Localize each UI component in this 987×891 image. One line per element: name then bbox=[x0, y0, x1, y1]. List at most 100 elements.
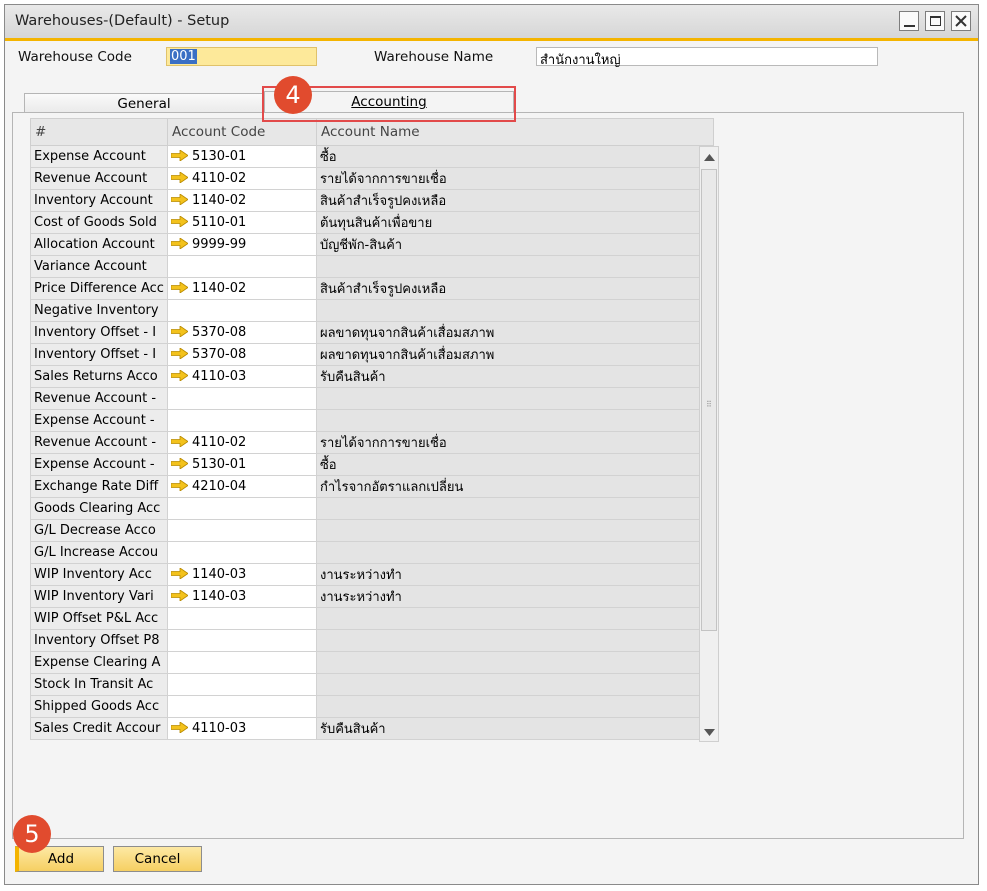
account-code-cell[interactable] bbox=[166, 299, 317, 322]
table-row[interactable]: G/L Decrease Acco bbox=[30, 519, 714, 542]
account-label-cell: WIP Inventory Acc bbox=[30, 563, 168, 586]
warehouse-code-field[interactable]: 001 bbox=[166, 47, 317, 66]
golden-arrow-icon[interactable] bbox=[170, 194, 188, 205]
account-code-cell[interactable]: 5370-08 bbox=[166, 321, 317, 344]
account-label-cell: WIP Inventory Vari bbox=[30, 585, 168, 608]
account-label-cell: Revenue Account - bbox=[30, 431, 168, 454]
account-label-cell: Expense Account bbox=[30, 145, 168, 168]
table-row[interactable]: WIP Inventory Vari 1140-03 งานระหว่างทำ bbox=[30, 585, 714, 608]
golden-arrow-icon[interactable] bbox=[170, 458, 188, 469]
account-code-cell[interactable] bbox=[166, 541, 317, 564]
account-name-cell: ซื้อ bbox=[315, 453, 714, 476]
account-label-cell: G/L Increase Accou bbox=[30, 541, 168, 564]
callout-badge-5: 5 bbox=[13, 815, 51, 853]
account-name-cell: รับคืนสินค้า bbox=[315, 365, 714, 388]
account-code-cell[interactable]: 4110-02 bbox=[166, 431, 317, 454]
account-code-cell[interactable]: 5370-08 bbox=[166, 343, 317, 366]
table-row[interactable]: Variance Account bbox=[30, 255, 714, 278]
table-row[interactable]: Allocation Account 9999-99 บัญชีพัก-สินค้า bbox=[30, 233, 714, 256]
table-row[interactable]: Sales Returns Acco 4110-03 รับคืนสินค้า bbox=[30, 365, 714, 388]
account-code-cell[interactable] bbox=[166, 387, 317, 410]
account-code-cell[interactable]: 5130-01 bbox=[166, 145, 317, 168]
column-header-number[interactable]: # bbox=[30, 118, 168, 146]
table-row[interactable]: Negative Inventory bbox=[30, 299, 714, 322]
account-name-cell: สินค้าสำเร็จรูปคงเหลือ bbox=[315, 189, 714, 212]
table-row[interactable]: Exchange Rate Diff 4210-04 กำไรจากอัตราแลก… bbox=[30, 475, 714, 498]
golden-arrow-icon[interactable] bbox=[170, 722, 188, 733]
account-label-cell: Sales Credit Accour bbox=[30, 717, 168, 740]
account-code-cell[interactable]: 1140-03 bbox=[166, 585, 317, 608]
golden-arrow-icon[interactable] bbox=[170, 216, 188, 227]
close-button[interactable] bbox=[951, 11, 971, 31]
table-row[interactable]: Cost of Goods Sold 5110-01 ต้นทุนสินค้าเพื… bbox=[30, 211, 714, 234]
account-label-cell: Variance Account bbox=[30, 255, 168, 278]
golden-arrow-icon[interactable] bbox=[170, 150, 188, 161]
account-code-cell[interactable] bbox=[166, 695, 317, 718]
golden-arrow-icon[interactable] bbox=[170, 326, 188, 337]
account-code-cell[interactable]: 4110-03 bbox=[166, 717, 317, 740]
table-row[interactable]: Stock In Transit Ac bbox=[30, 673, 714, 696]
account-code-cell[interactable]: 9999-99 bbox=[166, 233, 317, 256]
scroll-down-icon[interactable] bbox=[704, 729, 715, 736]
account-code-cell[interactable]: 4110-03 bbox=[166, 365, 317, 388]
account-code-cell[interactable] bbox=[166, 607, 317, 630]
account-code-cell[interactable] bbox=[166, 629, 317, 652]
column-header-account-name[interactable]: Account Name bbox=[315, 118, 714, 146]
golden-arrow-icon[interactable] bbox=[170, 238, 188, 249]
table-row[interactable]: Sales Credit Accour 4110-03 รับคืนสินค้า bbox=[30, 717, 714, 740]
account-name-cell bbox=[315, 607, 714, 630]
table-row[interactable]: Expense Account 5130-01 ซื้อ bbox=[30, 145, 714, 168]
table-row[interactable]: Inventory Offset - I 5370-08 ผลขาดทุนจากสิ… bbox=[30, 343, 714, 366]
table-row[interactable]: Inventory Offset P8 bbox=[30, 629, 714, 652]
table-row[interactable]: Expense Account - 5130-01 ซื้อ bbox=[30, 453, 714, 476]
vertical-scrollbar[interactable]: ⠿ bbox=[699, 146, 719, 742]
table-row[interactable]: Revenue Account - bbox=[30, 387, 714, 410]
table-row[interactable]: Inventory Account 1140-02 สินค้าสำเร็จรูปค… bbox=[30, 189, 714, 212]
minimize-button[interactable] bbox=[899, 11, 919, 31]
account-code-cell[interactable] bbox=[166, 409, 317, 432]
table-row[interactable]: WIP Offset P&L Acc bbox=[30, 607, 714, 630]
account-code-cell[interactable]: 1140-03 bbox=[166, 563, 317, 586]
table-row[interactable]: Revenue Account - 4110-02 รายได้จากการขายเ… bbox=[30, 431, 714, 454]
account-code-cell[interactable] bbox=[166, 255, 317, 278]
table-row[interactable]: G/L Increase Accou bbox=[30, 541, 714, 564]
golden-arrow-icon[interactable] bbox=[170, 348, 188, 359]
account-code-cell[interactable] bbox=[166, 651, 317, 674]
golden-arrow-icon[interactable] bbox=[170, 282, 188, 293]
cancel-button[interactable]: Cancel bbox=[113, 846, 202, 872]
table-row[interactable]: Expense Clearing A bbox=[30, 651, 714, 674]
account-name-cell bbox=[315, 519, 714, 542]
account-label-cell: Expense Account - bbox=[30, 453, 168, 476]
account-name-cell: ซื้อ bbox=[315, 145, 714, 168]
golden-arrow-icon[interactable] bbox=[170, 172, 188, 183]
table-row[interactable]: Revenue Account 4110-02 รายได้จากการขายเชื… bbox=[30, 167, 714, 190]
warehouse-name-field[interactable]: สำนักงานใหญ่ bbox=[536, 47, 878, 68]
account-code-cell[interactable]: 4210-04 bbox=[166, 475, 317, 498]
column-header-account-code[interactable]: Account Code bbox=[166, 118, 317, 146]
golden-arrow-icon[interactable] bbox=[170, 480, 188, 491]
table-row[interactable]: Inventory Offset - I 5370-08 ผลขาดทุนจากสิ… bbox=[30, 321, 714, 344]
table-row[interactable]: WIP Inventory Acc 1140-03 งานระหว่างทำ bbox=[30, 563, 714, 586]
golden-arrow-icon[interactable] bbox=[170, 436, 188, 447]
account-code-cell[interactable] bbox=[166, 519, 317, 542]
account-name-cell: งานระหว่างทำ bbox=[315, 585, 714, 608]
account-label-cell: Allocation Account bbox=[30, 233, 168, 256]
golden-arrow-icon[interactable] bbox=[170, 370, 188, 381]
table-row[interactable]: Goods Clearing Acc bbox=[30, 497, 714, 520]
table-row[interactable]: Shipped Goods Acc bbox=[30, 695, 714, 718]
account-code-cell[interactable]: 1140-02 bbox=[166, 189, 317, 212]
account-code-cell[interactable] bbox=[166, 497, 317, 520]
account-code-cell[interactable] bbox=[166, 673, 317, 696]
golden-arrow-icon[interactable] bbox=[170, 568, 188, 579]
account-code-cell[interactable]: 1140-02 bbox=[166, 277, 317, 300]
title-bar[interactable]: Warehouses-(Default) - Setup bbox=[5, 5, 978, 41]
maximize-button[interactable] bbox=[925, 11, 945, 31]
scroll-up-icon[interactable] bbox=[704, 154, 715, 161]
account-code-cell[interactable]: 5110-01 bbox=[166, 211, 317, 234]
golden-arrow-icon[interactable] bbox=[170, 590, 188, 601]
table-row[interactable]: Price Difference Acc 1140-02 สินค้าสำเร็จร… bbox=[30, 277, 714, 300]
scroll-grip-icon: ⠿ bbox=[706, 400, 712, 409]
account-code-cell[interactable]: 4110-02 bbox=[166, 167, 317, 190]
account-code-cell[interactable]: 5130-01 bbox=[166, 453, 317, 476]
table-row[interactable]: Expense Account - bbox=[30, 409, 714, 432]
